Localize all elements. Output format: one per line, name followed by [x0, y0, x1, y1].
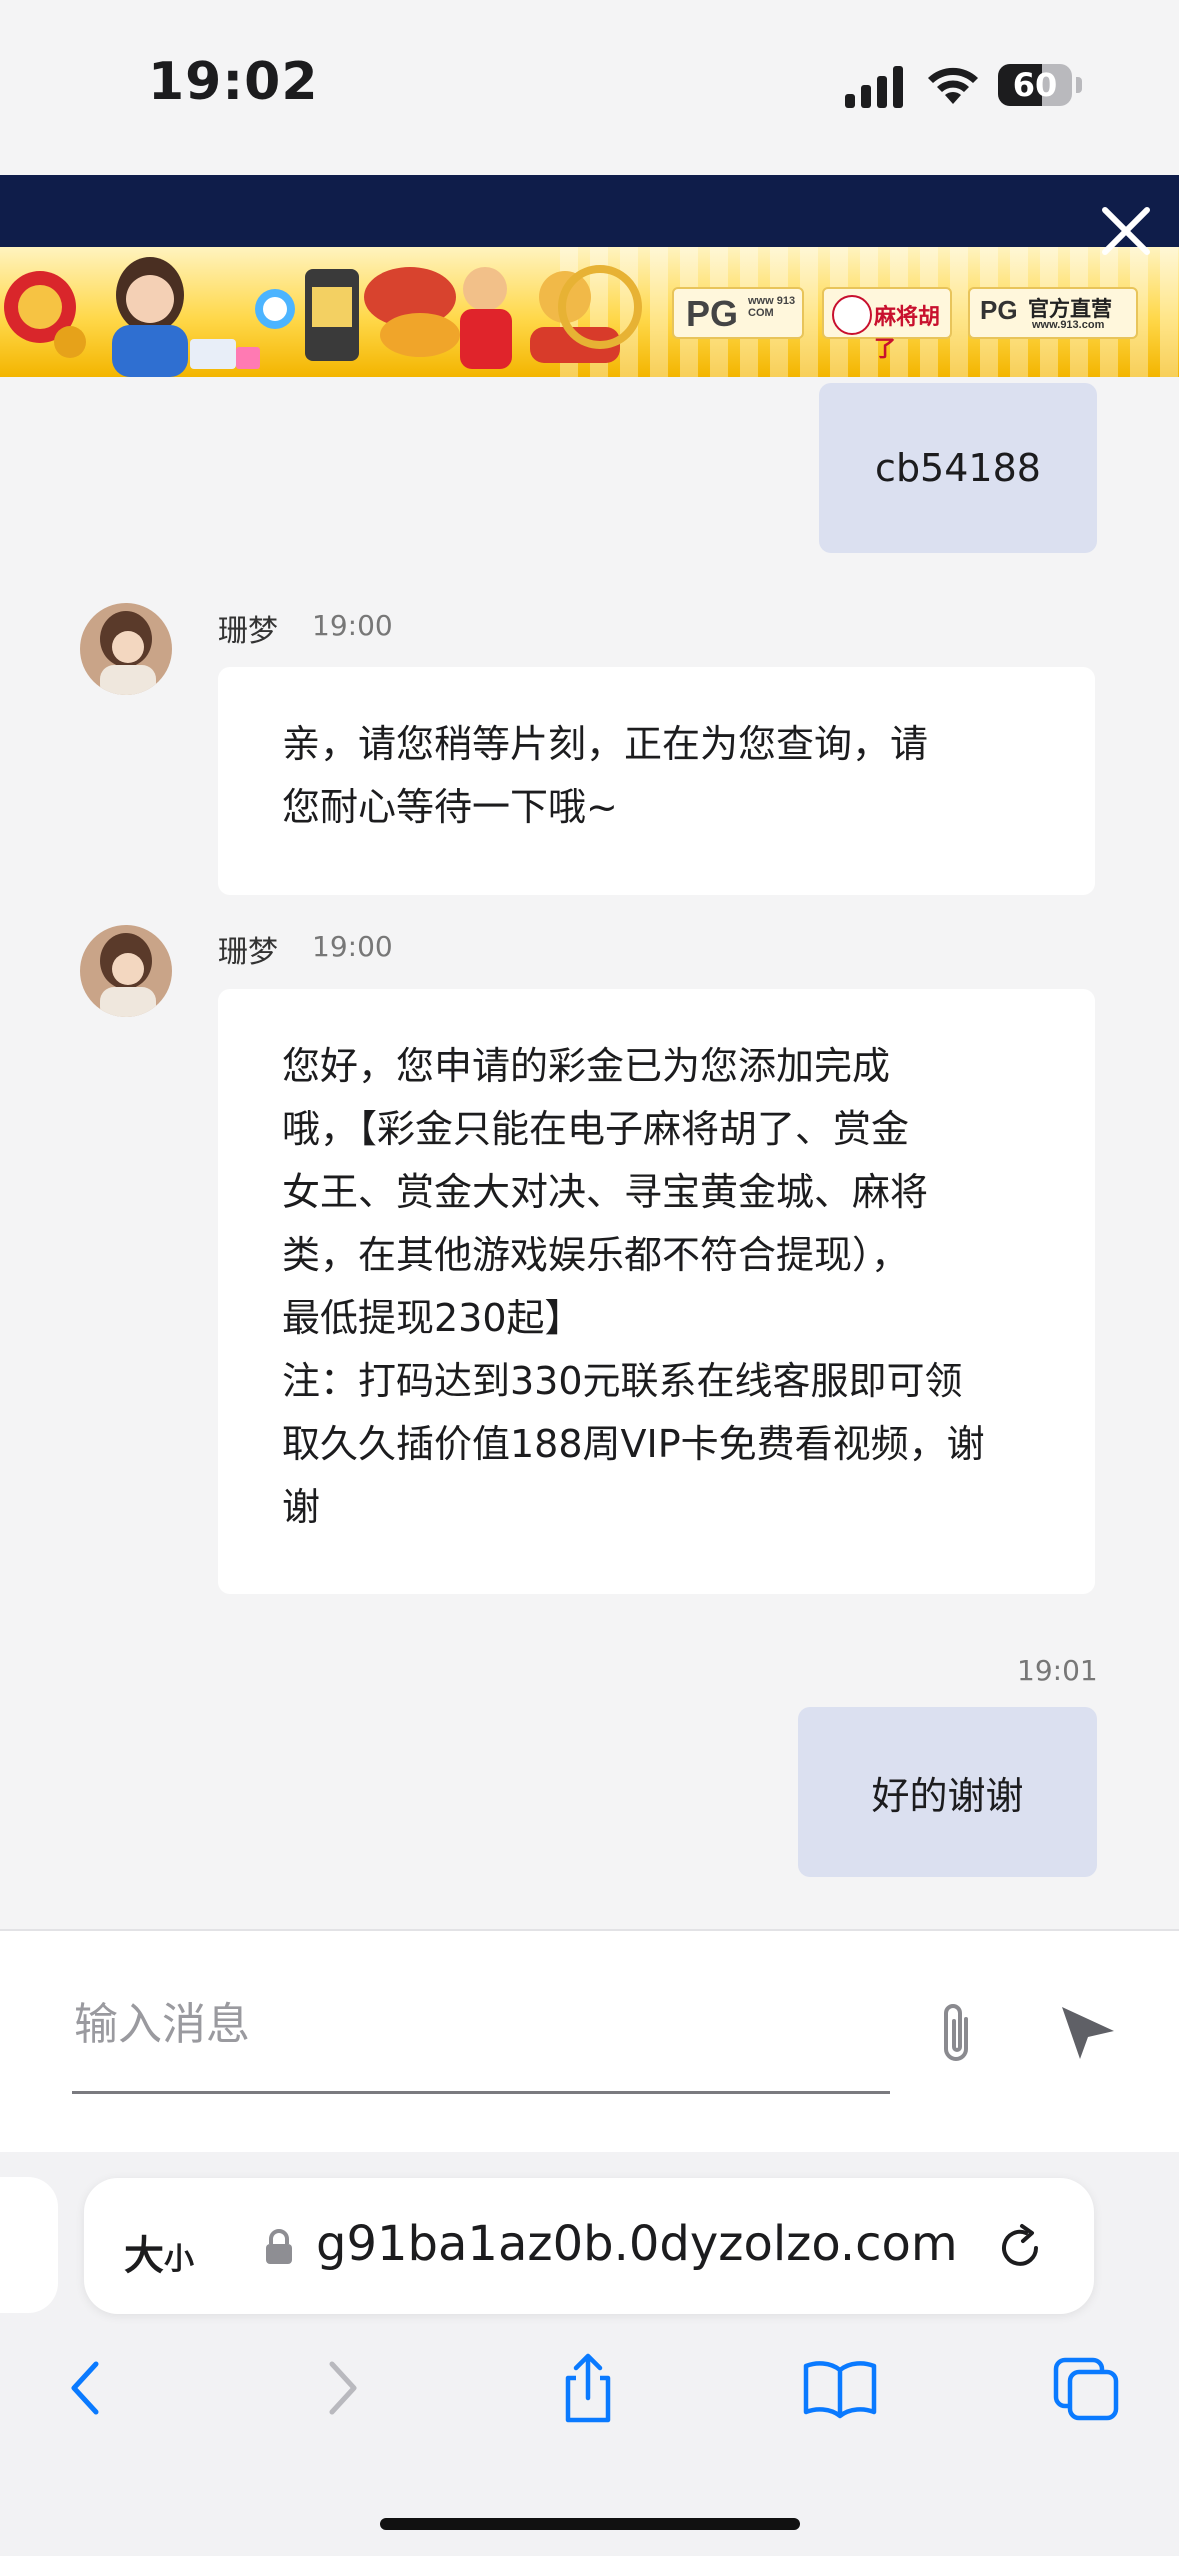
message-text: 好的谢谢	[871, 1773, 1024, 1818]
status-time: 19:02	[148, 52, 319, 112]
previous-tab-edge[interactable]	[0, 2177, 58, 2313]
message-composer	[0, 1929, 1179, 2154]
browser-toolbar: 大小 g91ba1az0b.0dyzolzo.com	[0, 2152, 1179, 2556]
lock-icon	[266, 2229, 292, 2264]
tabs-icon[interactable]	[1048, 2348, 1128, 2428]
chat-message-list[interactable]: cb54188 珊梦 19:00 亲，请您稍等片刻，正在为您查询，请 您耐心等待…	[0, 377, 1179, 1929]
message-text: 您好，您申请的彩金已为您添加完成 哦，【彩金只能在电子麻将胡了、赏金 女王、赏金…	[282, 1044, 985, 1529]
chat-header	[0, 175, 1179, 247]
message-time: 19:00	[312, 930, 393, 963]
battery-indicator: 60	[998, 64, 1082, 106]
paperclip-icon[interactable]	[932, 1997, 980, 2069]
outgoing-message-bubble: 好的谢谢	[798, 1707, 1097, 1877]
incoming-message-bubble: 您好，您申请的彩金已为您添加完成 哦，【彩金只能在电子麻将胡了、赏金 女王、赏金…	[218, 989, 1095, 1594]
address-bar[interactable]: 大小 g91ba1az0b.0dyzolzo.com	[84, 2178, 1094, 2314]
battery-percent: 60	[1012, 66, 1058, 104]
incoming-message-bubble: 亲，请您稍等片刻，正在为您查询，请 您耐心等待一下哦~	[218, 667, 1095, 895]
message-time: 19:01	[1017, 1654, 1098, 1687]
message-text: cb54188	[875, 446, 1041, 490]
message-text: 亲，请您稍等片刻，正在为您查询，请 您耐心等待一下哦~	[282, 722, 929, 829]
message-time: 19:00	[312, 609, 393, 642]
pg-official-logo: PG 官方直营 www.913.com	[968, 287, 1138, 339]
send-icon[interactable]	[1058, 2001, 1118, 2061]
avatar[interactable]	[80, 603, 172, 695]
status-bar: 19:02 60	[0, 0, 1179, 175]
home-indicator[interactable]	[380, 2518, 800, 2530]
cellular-signal-icon	[845, 66, 903, 108]
url-text: g91ba1az0b.0dyzolzo.com	[316, 2216, 958, 2272]
sender-name: 珊梦	[218, 935, 278, 970]
message-input[interactable]	[72, 1991, 894, 2057]
input-underline	[72, 2091, 890, 2094]
close-icon[interactable]	[1095, 200, 1157, 262]
outgoing-message-bubble: cb54188	[819, 383, 1097, 553]
bookmarks-icon[interactable]	[800, 2348, 880, 2428]
mahjong-ways-logo: 麻将胡了	[822, 287, 952, 361]
share-icon[interactable]	[548, 2348, 628, 2428]
pg-913-logo: PG www 913 COM	[672, 287, 804, 339]
promo-banner[interactable]: PG www 913 COM 麻将胡了 PG 官方直营 www.913.com	[0, 247, 1179, 377]
sender-name: 珊梦	[218, 614, 278, 649]
forward-icon[interactable]	[300, 2348, 380, 2428]
banner-artwork	[4, 257, 642, 377]
avatar[interactable]	[80, 925, 172, 1017]
page-text-size-button[interactable]: 大小	[124, 2223, 194, 2281]
wifi-icon	[928, 67, 978, 104]
reload-icon[interactable]	[996, 2222, 1046, 2272]
back-icon[interactable]	[48, 2348, 128, 2428]
